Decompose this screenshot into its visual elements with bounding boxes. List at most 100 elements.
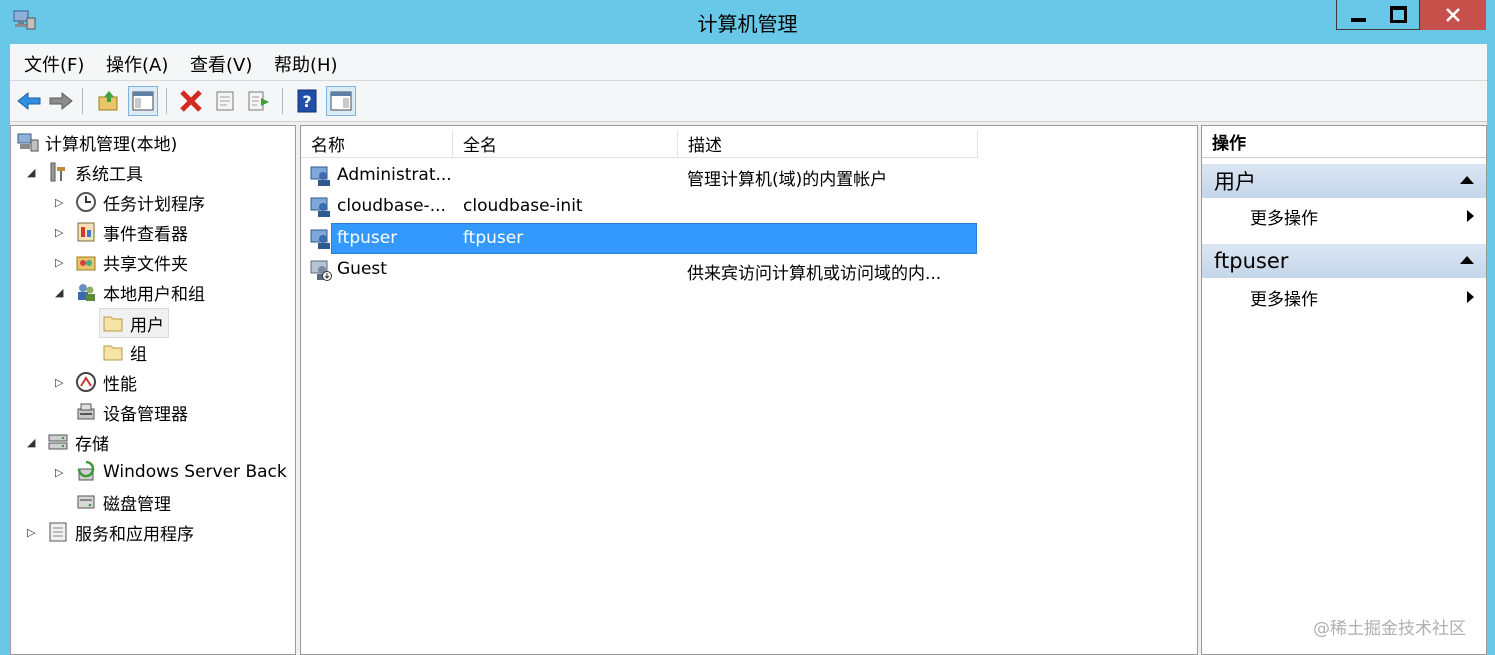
collapse-arrow-icon[interactable]: ◢ <box>27 436 35 449</box>
tree-item-task-scheduler[interactable]: 任务计划程序 <box>75 188 205 216</box>
menu-file[interactable]: 文件(F) <box>24 51 84 77</box>
window-title: 计算机管理 <box>697 12 798 36</box>
tree-item-shared-folders[interactable]: 共享文件夹 <box>75 248 188 276</box>
properties-icon <box>216 91 234 111</box>
tree-item-device-manager[interactable]: 设备管理器 <box>75 398 188 426</box>
back-button[interactable] <box>14 86 44 116</box>
more-actions-users[interactable]: 更多操作 <box>1202 201 1486 231</box>
windows-server-backup-icon <box>77 461 95 481</box>
storage-icon <box>48 434 68 450</box>
tree-item-windows-server-backup[interactable]: Windows Server Back <box>75 458 287 486</box>
section-header-label: ftpuser <box>1214 249 1289 273</box>
menu-view[interactable]: 查看(V) <box>190 51 252 77</box>
maximize-icon <box>1390 6 1407 23</box>
disabled-user-icon <box>310 260 332 281</box>
close-icon <box>1446 8 1460 22</box>
delete-button[interactable] <box>176 86 206 116</box>
tree-item-label: 存储 <box>75 434 109 455</box>
device-manager-icon <box>77 403 95 420</box>
table-row[interactable]: Administrat... 管理计算机(域)的内置帐户 <box>301 160 1001 191</box>
event-viewer-icon <box>77 222 95 242</box>
window-frame: 文件(F) 操作(A) 查看(V) 帮助(H) ? 计算机管理(本地) ◢ 系统… <box>10 44 1487 655</box>
column-header-fullname[interactable]: 全名 <box>453 130 678 158</box>
tree-item-groups[interactable]: 组 <box>102 338 147 366</box>
tree-item-disk-management[interactable]: 磁盘管理 <box>75 488 171 516</box>
tree-item-label: 计算机管理(本地) <box>45 134 178 155</box>
tree-item-system-tools[interactable]: 系统工具 <box>47 158 143 186</box>
local-users-groups-icon <box>78 284 95 301</box>
folder-icon <box>103 345 123 361</box>
tree-item-performance[interactable]: 性能 <box>75 368 137 396</box>
more-actions-ftpuser[interactable]: 更多操作 <box>1202 282 1486 312</box>
up-button[interactable] <box>94 86 124 116</box>
expand-arrow-icon[interactable]: ▷ <box>55 256 63 269</box>
tree-item-label: 组 <box>130 344 147 365</box>
tree-item-label: 共享文件夹 <box>103 254 188 275</box>
minimize-icon <box>1350 17 1366 22</box>
submenu-arrow-icon <box>1467 291 1474 303</box>
help-icon: ? <box>297 89 317 113</box>
collapse-icon[interactable] <box>1460 256 1474 264</box>
tree-item-storage[interactable]: 存储 <box>47 428 109 456</box>
table-row-selected[interactable]: ftpuser ftpuser <box>301 223 1001 254</box>
tree-item-services-applications[interactable]: 服务和应用程序 <box>47 518 194 546</box>
selection-highlight <box>331 223 977 254</box>
expand-arrow-icon[interactable]: ▷ <box>55 376 63 389</box>
toolbar: ? <box>10 81 1487 122</box>
task-scheduler-icon <box>76 192 96 212</box>
collapse-arrow-icon[interactable]: ◢ <box>55 286 63 299</box>
user-description: 管理计算机(域)的内置帐户 <box>687 170 888 190</box>
tree-item-label: 服务和应用程序 <box>75 524 194 545</box>
svg-text:?: ? <box>302 92 311 111</box>
delete-icon <box>180 90 202 112</box>
close-button[interactable] <box>1420 0 1486 30</box>
user-name: Guest <box>337 259 387 279</box>
tree-item-event-viewer[interactable]: 事件查看器 <box>75 218 188 246</box>
actions-section-ftpuser[interactable]: ftpuser <box>1202 244 1486 278</box>
collapse-arrow-icon[interactable]: ◢ <box>27 166 35 179</box>
tree-item-local-users-groups[interactable]: 本地用户和组 <box>75 278 205 306</box>
user-name: Administrat... <box>337 165 452 185</box>
action-label: 更多操作 <box>1250 208 1318 229</box>
tree-item-label: 任务计划程序 <box>103 194 205 215</box>
table-row[interactable]: Guest 供来宾访问计算机或访问域的内... <box>301 254 1001 285</box>
folder-icon <box>103 316 123 332</box>
submenu-arrow-icon <box>1467 210 1474 222</box>
up-folder-icon <box>98 91 118 111</box>
title-bar: 计算机管理 <box>0 0 1495 44</box>
user-icon <box>310 197 330 217</box>
collapse-icon[interactable] <box>1460 176 1474 184</box>
actions-section-users[interactable]: 用户 <box>1202 164 1486 198</box>
tree-item-users[interactable]: 用户 <box>99 308 169 338</box>
shared-folders-icon <box>76 256 96 271</box>
user-description: 供来宾访问计算机或访问域的内... <box>687 264 942 284</box>
show-hide-tree-button[interactable] <box>128 86 158 116</box>
system-tools-icon <box>50 162 65 182</box>
menu-help[interactable]: 帮助(H) <box>274 51 338 77</box>
performance-icon <box>76 372 96 392</box>
properties-button[interactable] <box>210 86 240 116</box>
column-header-name[interactable]: 名称 <box>301 130 453 158</box>
tree-item-label: 用户 <box>130 315 164 336</box>
table-row[interactable]: cloudbase-... cloudbase-init <box>301 191 1001 222</box>
show-hide-action-pane-button[interactable] <box>326 86 356 116</box>
tree-item-computer-management[interactable]: 计算机管理(本地) <box>17 128 177 156</box>
export-list-button[interactable] <box>244 86 274 116</box>
minimize-button[interactable] <box>1336 0 1380 30</box>
maximize-button[interactable] <box>1378 0 1420 30</box>
column-header-description[interactable]: 描述 <box>678 130 978 158</box>
expand-arrow-icon[interactable]: ▷ <box>55 466 63 479</box>
tree-item-label: 性能 <box>103 374 137 395</box>
forward-button[interactable] <box>46 86 76 116</box>
tree-item-label: Windows Server Back <box>103 462 287 482</box>
disk-management-icon <box>77 495 95 509</box>
menu-action[interactable]: 操作(A) <box>106 51 168 77</box>
tree-item-label: 本地用户和组 <box>103 284 205 305</box>
services-applications-icon <box>49 522 67 542</box>
expand-arrow-icon[interactable]: ▷ <box>55 226 63 239</box>
help-button[interactable]: ? <box>292 86 322 116</box>
show-hide-tree-icon <box>132 91 154 111</box>
expand-arrow-icon[interactable]: ▷ <box>27 526 35 539</box>
expand-arrow-icon[interactable]: ▷ <box>55 196 63 209</box>
user-icon <box>310 166 330 186</box>
